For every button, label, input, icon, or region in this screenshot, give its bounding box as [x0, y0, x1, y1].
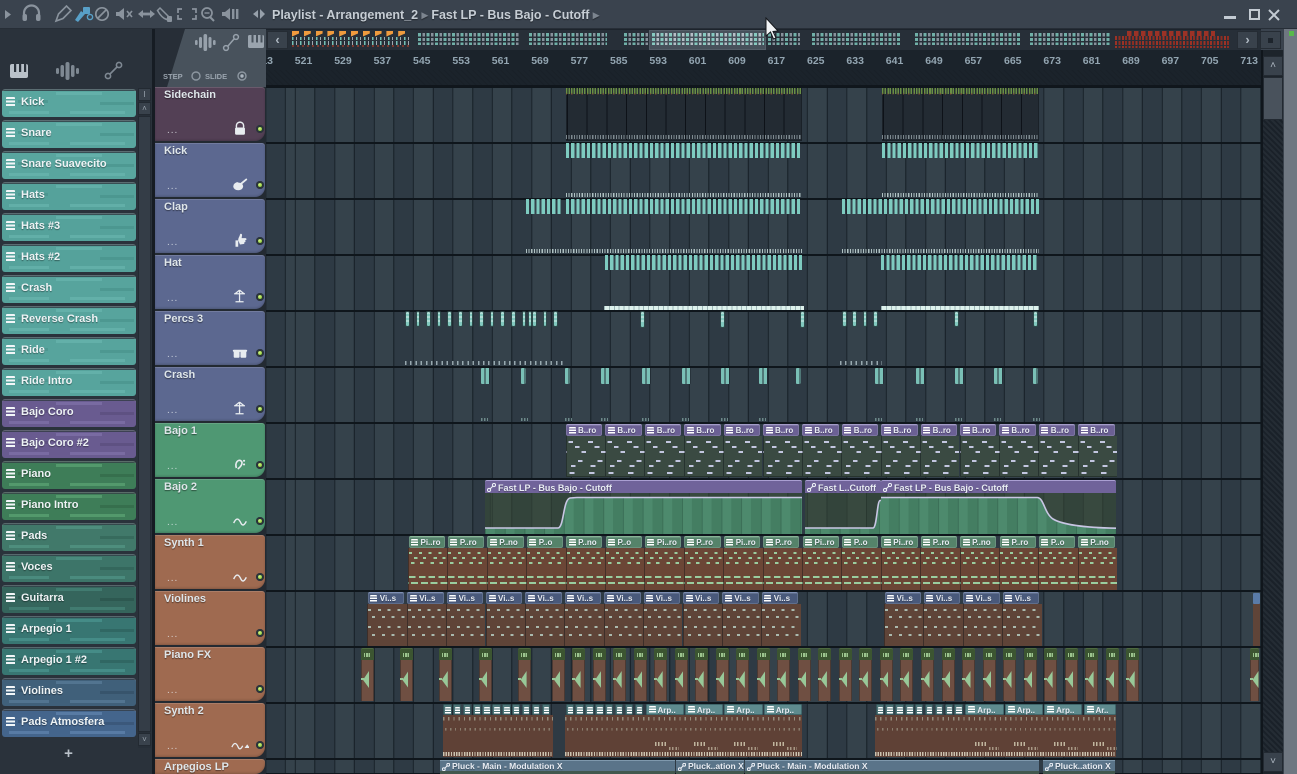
svg-text:SLIDE: SLIDE [205, 72, 227, 81]
svg-text:STEP: STEP [163, 72, 183, 81]
